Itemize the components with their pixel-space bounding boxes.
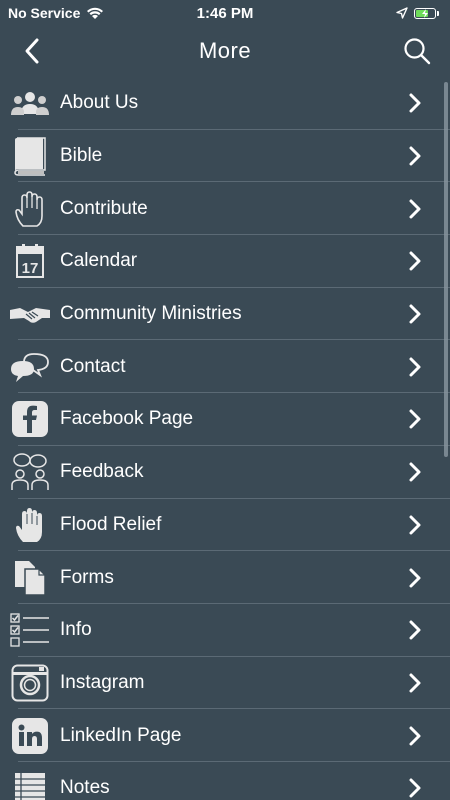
menu-item-bible[interactable]: Bible xyxy=(0,130,450,183)
checklist-icon xyxy=(10,610,50,650)
menu-item-label: Forms xyxy=(60,566,114,588)
chevron-right-icon xyxy=(409,726,421,746)
search-icon[interactable] xyxy=(402,36,432,66)
navigation-bar: More xyxy=(0,26,450,76)
book-icon xyxy=(10,136,50,176)
chevron-right-icon xyxy=(409,673,421,693)
people-talking-icon xyxy=(10,452,50,492)
hand-icon xyxy=(10,505,50,545)
menu-item-label: Contribute xyxy=(60,197,148,219)
speech-bubbles-icon xyxy=(10,347,50,387)
menu-list: About Us Bible Contribute 17 Calendar Co… xyxy=(0,77,450,800)
chevron-right-icon xyxy=(409,620,421,640)
menu-item-label: Notes xyxy=(60,777,110,799)
menu-item-instagram[interactable]: Instagram xyxy=(0,657,450,710)
people-icon xyxy=(10,83,50,123)
handshake-icon xyxy=(10,294,50,334)
menu-item-contribute[interactable]: Contribute xyxy=(0,182,450,235)
chevron-right-icon xyxy=(409,515,421,535)
chevron-right-icon xyxy=(409,251,421,271)
linkedin-icon xyxy=(10,716,50,756)
menu-item-facebook-page[interactable]: Facebook Page xyxy=(0,393,450,446)
menu-item-label: Info xyxy=(60,619,92,641)
menu-item-flood-relief[interactable]: Flood Relief xyxy=(0,499,450,552)
menu-item-forms[interactable]: Forms xyxy=(0,551,450,604)
chevron-right-icon xyxy=(409,462,421,482)
hand-outline-icon xyxy=(10,189,50,229)
menu-item-label: Bible xyxy=(60,145,103,167)
menu-item-label: Instagram xyxy=(60,671,145,693)
menu-item-community-ministries[interactable]: Community Ministries xyxy=(0,288,450,341)
menu-item-notes[interactable]: Notes xyxy=(0,762,450,800)
chevron-right-icon xyxy=(409,199,421,219)
chevron-right-icon xyxy=(409,778,421,798)
menu-item-label: About Us xyxy=(60,92,139,114)
status-bar: No Service 1:46 PM xyxy=(0,0,450,26)
menu-item-label: Feedback xyxy=(60,461,144,483)
menu-item-label: Community Ministries xyxy=(60,303,242,325)
menu-item-label: Calendar xyxy=(60,250,138,272)
menu-item-info[interactable]: Info xyxy=(0,604,450,657)
menu-item-about-us[interactable]: About Us xyxy=(0,77,450,130)
menu-item-linkedin-page[interactable]: LinkedIn Page xyxy=(0,709,450,762)
page-title: More xyxy=(198,38,252,63)
chevron-right-icon xyxy=(409,304,421,324)
documents-icon xyxy=(10,558,50,598)
status-time: 1:46 PM xyxy=(196,4,254,22)
menu-item-feedback[interactable]: Feedback xyxy=(0,446,450,499)
menu-item-label: Contact xyxy=(60,355,126,377)
menu-item-label: Facebook Page xyxy=(60,408,194,430)
chevron-right-icon xyxy=(409,93,421,113)
menu-item-calendar[interactable]: 17 Calendar xyxy=(0,235,450,288)
facebook-icon xyxy=(10,399,50,439)
battery-icon xyxy=(414,7,439,19)
chevron-right-icon xyxy=(409,357,421,377)
scrollbar[interactable] xyxy=(444,82,448,457)
menu-item-label: Flood Relief xyxy=(60,513,162,535)
instagram-icon xyxy=(10,663,50,703)
chevron-right-icon xyxy=(409,568,421,588)
calendar-icon: 17 xyxy=(10,241,50,281)
notes-icon xyxy=(10,768,50,800)
chevron-right-icon xyxy=(409,409,421,429)
chevron-right-icon xyxy=(409,146,421,166)
back-chevron-icon[interactable] xyxy=(18,36,48,66)
calendar-day: 17 xyxy=(22,260,39,277)
menu-item-label: LinkedIn Page xyxy=(60,724,182,746)
menu-item-contact[interactable]: Contact xyxy=(0,340,450,393)
